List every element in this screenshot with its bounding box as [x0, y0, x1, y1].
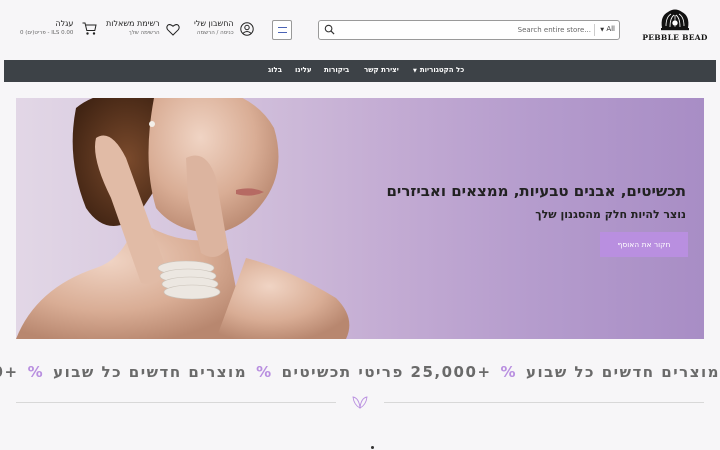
marquee-separator: % [500, 363, 518, 381]
nav-all-categories-label: כל הקטגוריות [419, 66, 465, 74]
divider-line [16, 402, 336, 403]
hero-subtitle: נוצר להיות חלק מהסגנון שלך [535, 208, 686, 221]
leaf-icon [352, 396, 368, 409]
promo-marquee: מוצרים חדשים כל שבוע% +25,000 פריטי תכשיט… [0, 363, 720, 385]
marquee-separator: % [256, 363, 273, 381]
site-header: PEBBLE BEAD ▼ All החשבון שלי כניסה / הרש… [0, 0, 720, 60]
divider-line [384, 402, 704, 403]
search-bar: ▼ All [318, 20, 620, 40]
section-heading-fragment [371, 446, 374, 449]
nav-all-categories[interactable]: ▼ כל הקטגוריות [413, 66, 464, 74]
nav-about[interactable]: עלינו [295, 66, 312, 74]
logo[interactable]: PEBBLE BEAD [640, 6, 710, 46]
main-nav: ▼ כל הקטגוריות יצירת קשר ביקורות עלינו בל… [4, 60, 716, 82]
chevron-down-icon: ▼ [413, 68, 417, 74]
section-divider [16, 396, 704, 409]
search-separator [594, 24, 595, 36]
marquee-item: +25,000 פריטי תכשיטים [281, 363, 492, 381]
marquee-item: מוצרים חדשים כל שבוע [53, 363, 248, 381]
hero-title: תכשיטים, אבנים טבעיות, ממצאים ואביזרים [386, 182, 686, 200]
cart-icon[interactable] [82, 22, 97, 36]
account-title: החשבון שלי [194, 19, 234, 28]
marquee-item: מוצרים חדשים כל שבוע [526, 363, 720, 381]
wishlist-subtitle: הרשימה שלך [128, 30, 160, 36]
language-selector[interactable] [272, 20, 292, 40]
search-input[interactable] [339, 23, 591, 37]
nav-contact[interactable]: יצירת קשר [364, 66, 399, 74]
search-category-label: All [606, 25, 615, 33]
explore-collection-button[interactable]: חקור את האוסף [600, 232, 688, 257]
marquee-item: +25,000 פריטי תכשיטים [0, 363, 19, 381]
cart-title: עגלה [55, 19, 74, 28]
account-subtitle: כניסה / הרשמה [196, 30, 234, 36]
nav-blog[interactable]: בלוג [268, 66, 282, 74]
logo-text: PEBBLE BEAD [642, 33, 708, 42]
flag-icon [278, 27, 287, 33]
account-link[interactable]: החשבון שלי כניסה / הרשמה [194, 19, 234, 36]
wishlist-link[interactable]: רשימת משאלות הרשימה שלך [106, 19, 160, 36]
oyster-pearl-logo-icon [661, 9, 689, 31]
cart-summary: 0 פריט(ים) - ILS 0.00 [20, 30, 74, 36]
hero-banner: תכשיטים, אבנים טבעיות, ממצאים ואביזרים נ… [16, 98, 704, 339]
search-icon[interactable] [324, 24, 335, 35]
wishlist-title: רשימת משאלות [106, 19, 160, 28]
nav-reviews[interactable]: ביקורות [324, 66, 349, 74]
search-category-select[interactable]: ▼ All [597, 25, 615, 33]
user-circle-icon[interactable] [240, 22, 254, 36]
marquee-track: מוצרים חדשים כל שבוע% +25,000 פריטי תכשיט… [0, 363, 720, 381]
marquee-separator: % [27, 363, 45, 381]
heart-icon[interactable] [166, 23, 180, 36]
cart-link[interactable]: עגלה 0 פריט(ים) - ILS 0.00 [20, 19, 73, 36]
chevron-down-icon: ▼ [600, 27, 605, 33]
